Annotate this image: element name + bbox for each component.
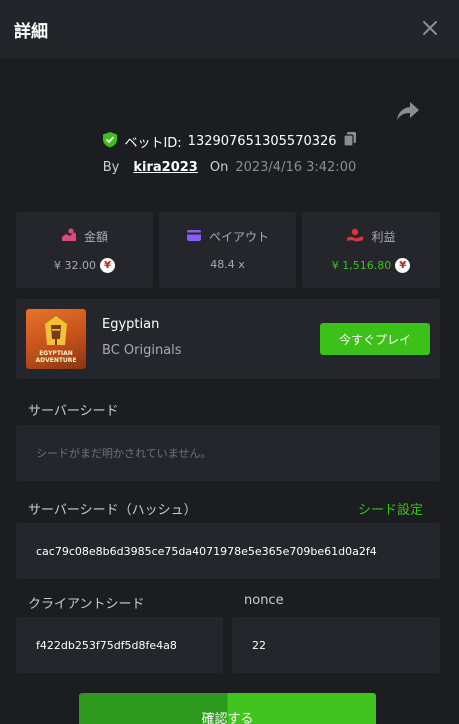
username-link[interactable]: kira2023 [133,160,197,175]
bet-id-value: 132907651305570326 [187,133,337,149]
game-card: EGYPTIAN ADVENTURE Egyptian BC Originals… [16,299,440,379]
close-icon[interactable] [418,16,442,40]
stat-amount-value: ¥ 32.00 [54,259,96,272]
nonce-value: 22 [252,638,266,652]
server-seed-hash-label: サーバーシード（ハッシュ） [28,503,197,518]
verified-shield-icon [102,131,118,152]
bet-amount-icon [61,228,77,245]
server-seed-hash-field[interactable]: cac79c08e8b6d3985ce75da4071978e5e365e709… [16,523,440,579]
stat-amount: 金額 ¥ 32.00 ¥ [16,212,153,288]
seed-settings-link[interactable]: シード設定 [358,499,423,518]
nonce-field[interactable]: 22 [232,617,440,673]
share-icon[interactable] [395,100,421,122]
game-thumbnail[interactable]: EGYPTIAN ADVENTURE [26,309,86,369]
stat-payout: ペイアウト 48.4 x [159,212,296,288]
dialog-header: 詳細 [0,0,459,58]
bet-date: 2023/4/16 3:42:00 [235,159,357,175]
bet-author-row: By kira2023 On 2023/4/16 3:42:00 [0,157,459,177]
client-seed-value: f422db253f75df5d8fe4a8 [36,638,177,652]
game-logo: EGYPTIAN ADVENTURE [26,350,86,364]
stat-payout-value: 48.4 x [210,258,245,271]
yen-coin-icon: ¥ [100,258,115,273]
by-label: By [102,159,120,175]
client-seed-field[interactable]: f422db253f75df5d8fe4a8 [16,617,223,673]
dialog-title: 詳細 [14,22,48,42]
stat-profit-label: 利益 [371,230,396,244]
stat-amount-label: 金額 [83,230,108,244]
stat-payout-label: ペイアウト [208,230,269,244]
pharaoh-icon [45,316,67,345]
nonce-label: nonce [244,593,284,608]
server-seed-field[interactable]: シードがまだ明かされていません。 [16,425,440,481]
verify-button[interactable]: 確認する [79,693,376,724]
profit-icon [346,228,364,245]
on-label: On [209,159,229,175]
server-seed-label: サーバーシード [28,404,119,419]
game-provider: BC Originals [102,343,182,358]
game-logo-line-1: EGYPTIAN [39,350,73,357]
stat-profit-value: ¥ 1,516.80 [331,259,392,272]
copy-icon[interactable] [342,131,357,151]
game-name: Egyptian [102,317,160,332]
yen-coin-icon: ¥ [395,258,411,273]
bet-id-row: ベットID: 132907651305570326 [0,131,459,151]
bet-id-label: ベットID: [124,135,182,151]
game-logo-line-2: ADVENTURE [35,357,77,364]
client-seed-label: クライアントシード [28,597,145,612]
wallet-icon [186,228,202,245]
stat-profit: 利益 ¥ 1,516.80 ¥ [302,212,440,288]
server-seed-placeholder: シードがまだ明かされていません。 [36,447,212,460]
verify-button-label: 確認する [201,712,254,724]
play-now-button[interactable]: 今すぐプレイ [320,323,430,355]
server-seed-hash-value: cac79c08e8b6d3985ce75da4071978e5e365e709… [36,544,377,558]
